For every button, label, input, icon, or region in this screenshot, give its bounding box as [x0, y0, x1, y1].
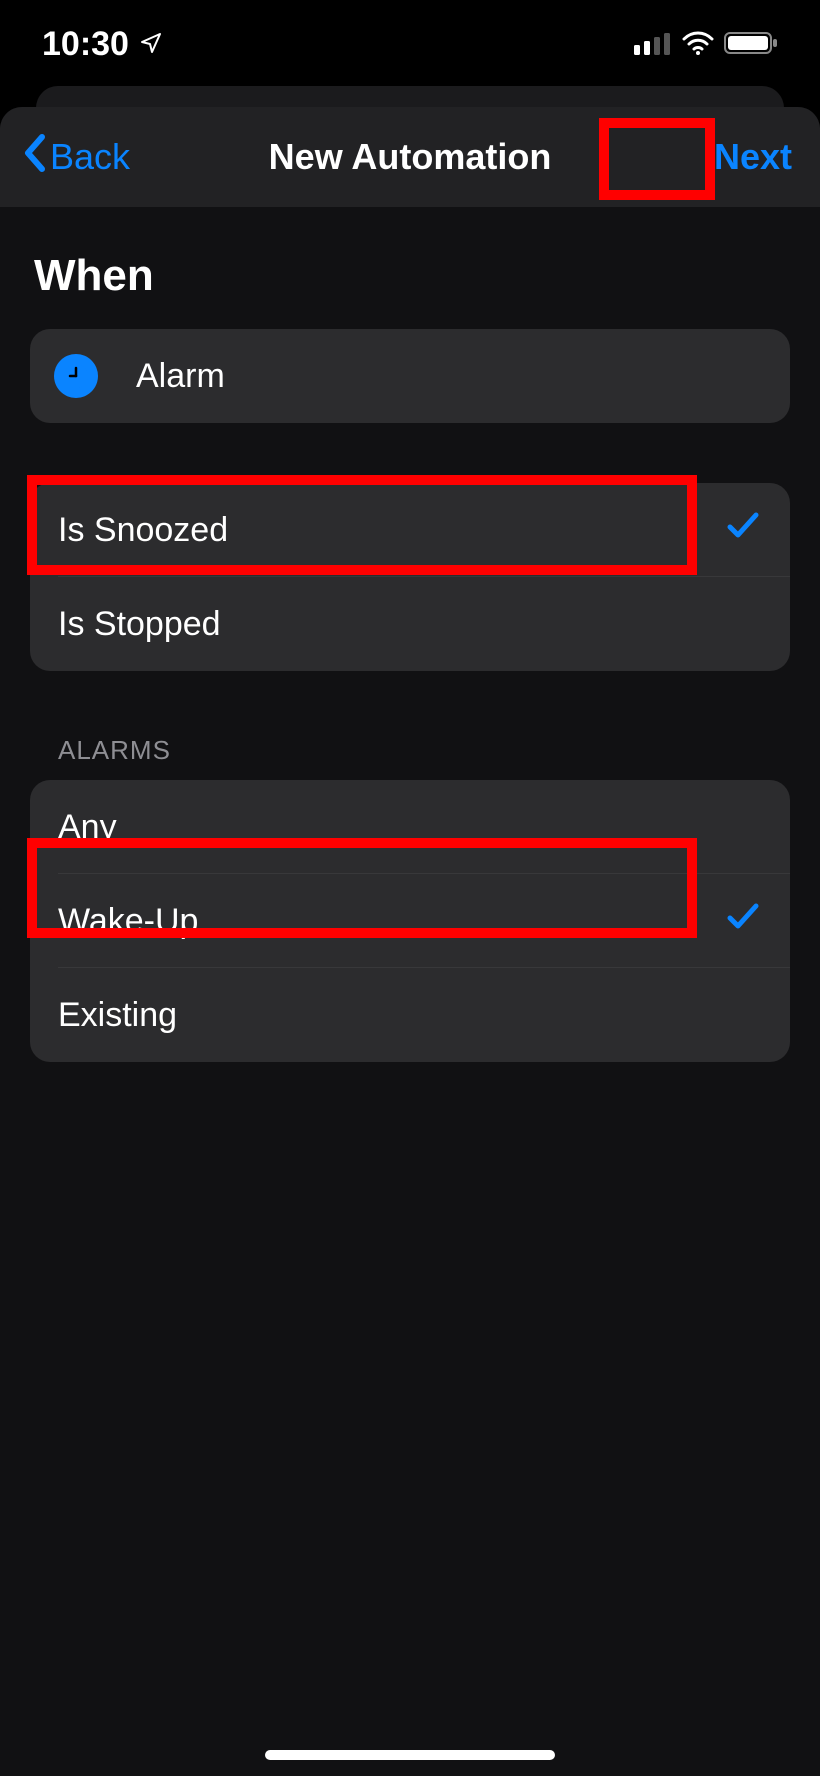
condition-label: Is Stopped [58, 605, 221, 644]
alarms-option-label: Wake-Up [58, 902, 198, 941]
condition-option-snoozed[interactable]: Is Snoozed [30, 483, 790, 577]
modal-sheet: Back New Automation Next When Alarm [0, 107, 820, 1776]
location-arrow-icon [139, 25, 163, 64]
alarms-card: Any Wake-Up Existing [30, 780, 790, 1062]
next-button[interactable]: Next [708, 132, 798, 182]
alarms-option-label: Any [58, 808, 117, 847]
alarms-header: ALARMS [58, 735, 790, 766]
trigger-row-alarm[interactable]: Alarm [30, 329, 790, 423]
trigger-card: Alarm [30, 329, 790, 423]
checkmark-icon [724, 898, 762, 945]
alarms-option-any[interactable]: Any [30, 780, 790, 874]
status-time: 10:30 [42, 25, 129, 64]
status-left: 10:30 [42, 25, 163, 64]
checkmark-icon [724, 507, 762, 554]
cellular-signal-icon [634, 25, 672, 64]
content: When Alarm Is Snoozed [0, 207, 820, 1062]
battery-icon [724, 25, 780, 64]
status-right [634, 25, 780, 64]
home-indicator[interactable] [265, 1750, 555, 1760]
condition-option-stopped[interactable]: Is Stopped [30, 577, 790, 671]
status-bar: 10:30 [0, 0, 820, 88]
wifi-icon [682, 25, 714, 64]
when-heading: When [34, 251, 786, 301]
chevron-left-icon [22, 133, 48, 182]
navbar: Back New Automation Next [0, 107, 820, 207]
alarms-option-existing[interactable]: Existing [30, 968, 790, 1062]
next-label: Next [714, 136, 792, 177]
alarms-option-wakeup[interactable]: Wake-Up [30, 874, 790, 968]
condition-label: Is Snoozed [58, 511, 228, 550]
back-label: Back [50, 136, 130, 178]
condition-card: Is Snoozed Is Stopped [30, 483, 790, 671]
clock-icon [54, 354, 98, 398]
alarms-option-label: Existing [58, 996, 177, 1035]
trigger-label: Alarm [136, 357, 225, 396]
back-button[interactable]: Back [22, 133, 130, 182]
